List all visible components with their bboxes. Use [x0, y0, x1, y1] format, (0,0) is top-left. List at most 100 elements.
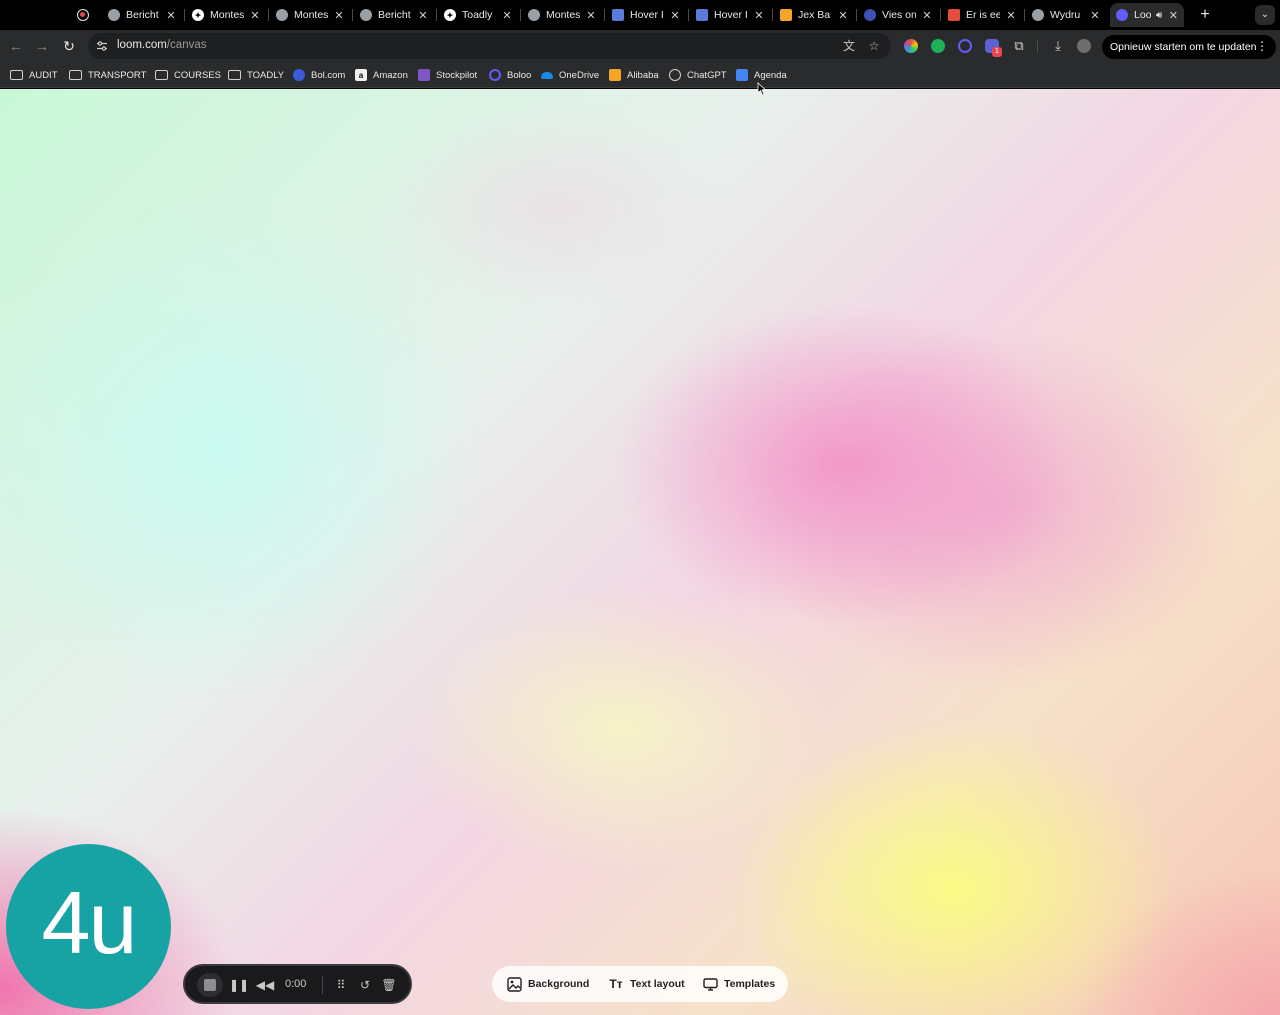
tab-title: Montes [546, 9, 580, 21]
background-button[interactable]: Background [506, 975, 589, 993]
profile-avatar-icon[interactable] [1077, 39, 1091, 53]
bookmark[interactable]: OneDrive [541, 67, 599, 83]
green-extension-icon[interactable] [931, 39, 945, 53]
tab[interactable]: ✦ Toadly ✕ [444, 3, 512, 27]
new-tab-button[interactable]: + [1197, 5, 1213, 25]
text-layout-button[interactable]: Tт Text layout [608, 975, 684, 993]
tab-search-button[interactable]: ⌄ [1255, 5, 1275, 25]
close-icon[interactable]: ✕ [166, 9, 176, 22]
bookmark[interactable]: a Amazon [355, 67, 408, 83]
close-icon[interactable]: ✕ [670, 9, 680, 22]
avatar-initials: 4u [41, 872, 138, 972]
tab-title: Jex Ba [798, 9, 831, 21]
tab-title: Montes [210, 9, 244, 21]
tab[interactable]: ✦ Montes ✕ [192, 3, 260, 27]
address-bar[interactable]: loom.com/canvas 文 ☆ [88, 33, 891, 59]
globe-icon [108, 9, 120, 21]
tab-active[interactable]: Loo 🔊︎ ✕ [1110, 3, 1185, 27]
tab[interactable]: Bericht ✕ [108, 3, 176, 27]
tab[interactable]: Vies on ✕ [864, 3, 932, 27]
pause-icon[interactable]: ❚❚ [229, 975, 249, 995]
download-icon[interactable]: ⤓ [1050, 38, 1066, 54]
bookmark[interactable]: Alibaba [609, 67, 659, 83]
speaker-icon[interactable]: 🔊︎ [1156, 10, 1162, 21]
boloo-extension-icon[interactable] [958, 39, 972, 53]
tab-divider [856, 9, 857, 21]
trash-icon[interactable]: 🗑︎ [379, 975, 399, 995]
tab[interactable]: Wydru ✕ [1032, 3, 1100, 27]
bookmark-label: Boloo [507, 69, 532, 81]
controls-divider [322, 976, 323, 994]
bookmark-label: OneDrive [559, 69, 600, 81]
tab-title: Wydru [1050, 9, 1081, 21]
gmail-icon [948, 9, 960, 21]
color-picker-extension-icon[interactable] [904, 39, 918, 53]
boloo-icon [489, 69, 501, 81]
vies-icon [864, 9, 876, 21]
alibaba-icon [609, 69, 621, 81]
tab[interactable]: Hover I ✕ [612, 3, 680, 27]
tab[interactable]: Jex Ba ✕ [780, 3, 848, 27]
tab-title: Montes [294, 9, 328, 21]
bookmark[interactable]: Bol.com [293, 67, 345, 83]
close-icon[interactable]: ✕ [1168, 9, 1178, 22]
url-text[interactable]: loom.com/canvas [117, 39, 207, 51]
close-icon[interactable]: ✕ [418, 9, 428, 22]
tab-divider [940, 9, 941, 21]
close-icon[interactable]: ✕ [838, 9, 848, 22]
stop-button[interactable] [197, 973, 223, 997]
close-icon[interactable]: ✕ [334, 9, 344, 22]
tab[interactable]: Hover I ✕ [696, 3, 764, 27]
bookmark-folder[interactable]: TRANSPORT [69, 67, 146, 83]
bookmark[interactable]: Agenda [736, 67, 787, 83]
tab[interactable]: Bericht ✕ [360, 3, 428, 27]
extension-badge: 1 [992, 47, 1002, 57]
close-icon[interactable]: ✕ [1006, 9, 1016, 22]
bookmark-folder[interactable]: COURSES [155, 67, 221, 83]
browser-toolbar: ← → ↻ loom.com/canvas 文 ☆ ⧉ ⤓ [0, 30, 1280, 62]
tab-title: Hover I [714, 9, 748, 21]
folder-icon [10, 70, 23, 80]
drag-handle-icon[interactable]: ⠿ [331, 975, 351, 995]
bookmark[interactable]: Stockpilot [418, 67, 477, 83]
tab-title: Bericht [126, 9, 159, 21]
tab-divider [184, 9, 185, 21]
tab[interactable]: Montes ✕ [528, 3, 596, 27]
bookmark-label: Bol.com [311, 69, 346, 81]
tab-divider [772, 9, 773, 21]
recording-indicator-icon [77, 9, 89, 21]
canvas-options-bar: Background Tт Text layout Templates [492, 966, 788, 1002]
restart-icon[interactable]: ↺ [355, 975, 375, 995]
close-icon[interactable]: ✕ [922, 9, 932, 22]
back-button[interactable]: ← [6, 36, 26, 56]
bookmark-folder[interactable]: AUDIT [10, 67, 58, 83]
mouse-cursor-icon [757, 82, 767, 96]
bookmark-folder[interactable]: TOADLY [228, 67, 284, 83]
tab[interactable]: Montes ✕ [276, 3, 344, 27]
update-button[interactable]: Opnieuw starten om te updaten ⋮ [1102, 35, 1276, 59]
bookmark[interactable]: Boloo [489, 67, 531, 83]
close-icon[interactable]: ✕ [502, 9, 512, 22]
reload-button[interactable]: ↻ [59, 36, 79, 56]
tab[interactable]: Er is ee ✕ [948, 3, 1016, 27]
close-icon[interactable]: ✕ [250, 9, 260, 22]
globe-icon [1032, 9, 1044, 21]
translate-icon[interactable]: 文 [842, 39, 856, 53]
url-path: /canvas [166, 39, 207, 51]
templates-button[interactable]: Templates [702, 975, 775, 993]
close-icon[interactable]: ✕ [754, 9, 764, 22]
forward-button[interactable]: → [32, 36, 52, 56]
extensions-puzzle-icon[interactable]: ⧉ [1011, 38, 1027, 54]
close-icon[interactable]: ✕ [1090, 9, 1100, 22]
url-host: loom.com [117, 39, 167, 51]
camera-bubble[interactable]: 4u [6, 844, 171, 1009]
bookmark[interactable]: ChatGPT [669, 67, 727, 83]
folder-icon [69, 70, 82, 80]
tab-title: Bericht [378, 9, 411, 21]
site-settings-icon[interactable] [96, 40, 108, 52]
folder-icon [228, 70, 241, 80]
menu-kebab-icon[interactable]: ⋮ [1256, 39, 1268, 53]
bookmark-star-icon[interactable]: ☆ [867, 39, 881, 53]
close-icon[interactable]: ✕ [586, 9, 596, 22]
rewind-icon[interactable]: ◀◀ [255, 975, 275, 995]
